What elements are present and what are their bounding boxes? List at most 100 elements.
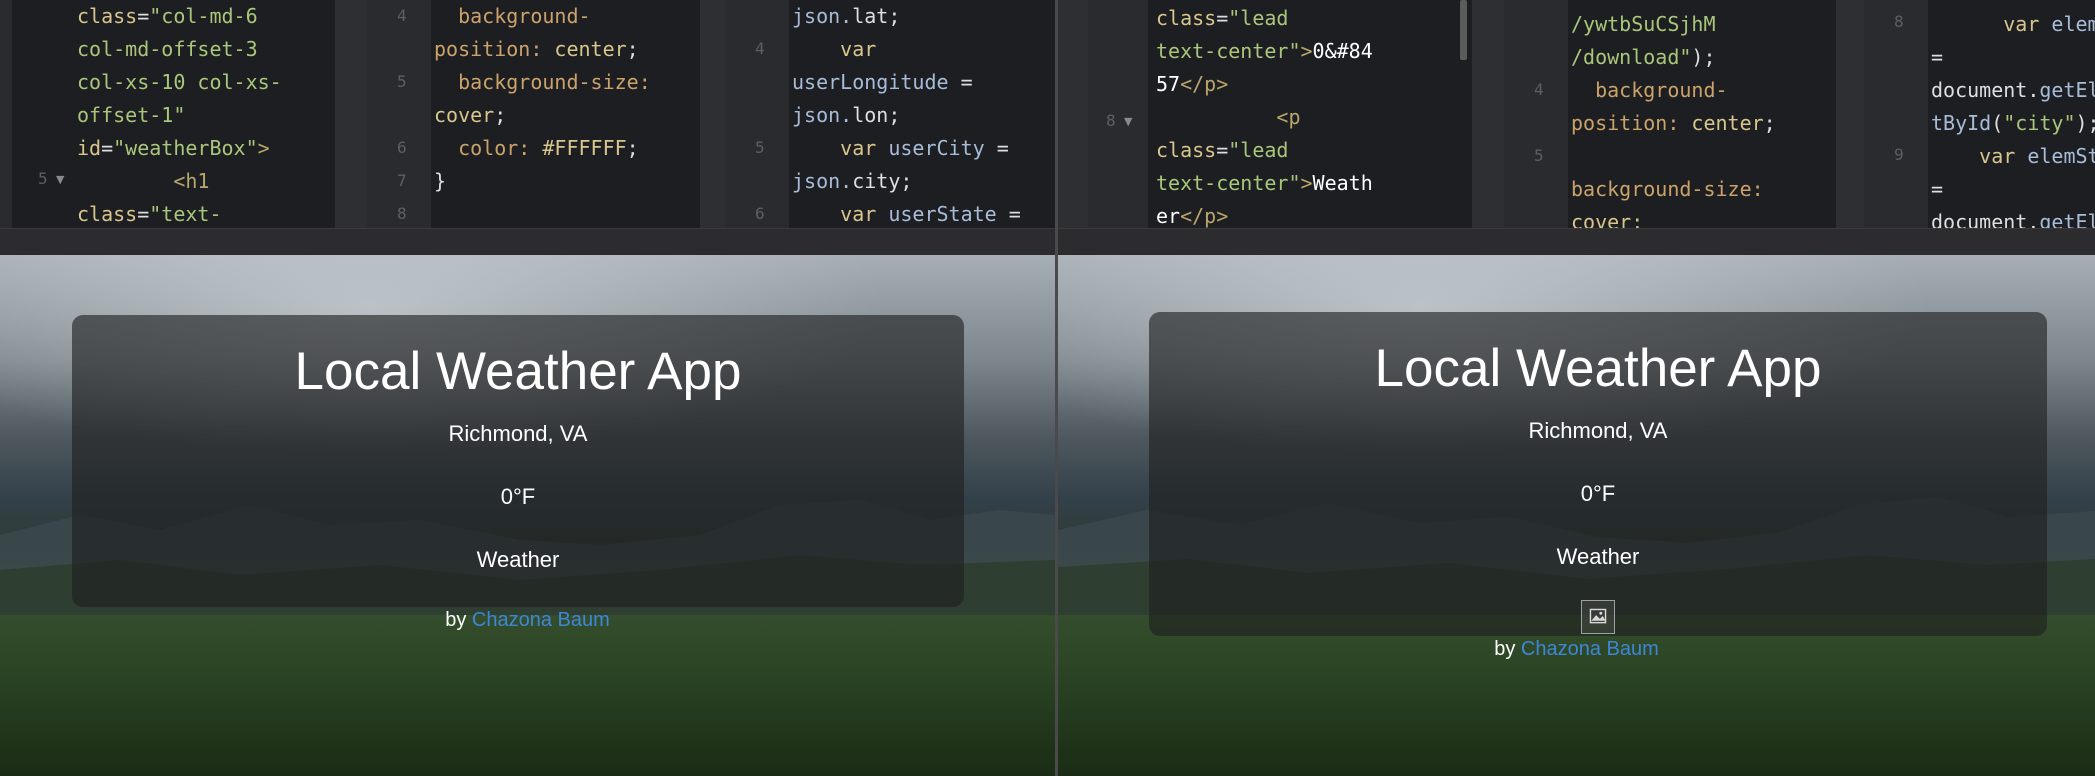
code-line[interactable]: position: center; xyxy=(434,33,696,66)
code-token: #FFFFFF xyxy=(542,136,627,160)
code-line[interactable]: class="lead xyxy=(1156,134,1458,167)
code-token: 0&#84 xyxy=(1312,39,1373,63)
code-line[interactable]: document.getEleme xyxy=(1931,206,2095,228)
pane-divider[interactable] xyxy=(700,0,725,228)
left-html-gutter xyxy=(0,0,12,228)
code-line[interactable]: = xyxy=(1931,41,2095,74)
code-line[interactable]: var xyxy=(792,33,1051,66)
code-line[interactable]: <p xyxy=(1156,101,1458,134)
code-line[interactable]: tById("city"); xyxy=(1931,107,2095,140)
code-token: lon xyxy=(852,103,889,127)
left-js-editor[interactable]: json.lat; var userLongitude = json.lon; va… xyxy=(725,0,1055,228)
code-token: } xyxy=(434,169,447,193)
right-html-code[interactable]: class="lead text-center">0&#84 57</p> <p cl… xyxy=(1156,2,1458,228)
code-token: json. xyxy=(792,103,853,127)
code-line[interactable]: class="text- xyxy=(77,198,329,228)
code-line[interactable]: id="weatherBox"> xyxy=(77,132,329,165)
code-token: userCity xyxy=(888,136,997,160)
right-js-editor[interactable]: var elemCity=document.getElemetById("cit… xyxy=(1864,0,2095,228)
code-line[interactable]: cover; xyxy=(434,99,696,132)
code-token: ); xyxy=(2075,111,2095,135)
author-link[interactable]: Chazona Baum xyxy=(472,609,610,631)
code-token: = xyxy=(1008,202,1021,226)
code-token: getEleme xyxy=(2039,210,2095,228)
code-token: <h1 xyxy=(77,169,210,193)
code-line[interactable]: json.city; xyxy=(792,165,1051,198)
code-line[interactable]: position: center; xyxy=(1571,107,1832,140)
code-line[interactable]: offset-1" xyxy=(77,99,329,132)
fold-toggle-icon[interactable]: ▼ xyxy=(1124,115,1132,128)
code-line[interactable]: var userCity = xyxy=(792,132,1051,165)
line-number: 8 xyxy=(1106,111,1116,130)
pane-divider[interactable] xyxy=(1836,0,1864,228)
left-editors: class="col-md-6 col-md-offset-3 col-xs-10 … xyxy=(0,0,1055,228)
code-line[interactable]: text-center">Weath xyxy=(1156,167,1458,200)
line-number: 4 xyxy=(1534,80,1544,99)
pane-divider[interactable] xyxy=(1472,0,1504,228)
code-line[interactable]: background-size: xyxy=(434,66,696,99)
location-text: Richmond, VA xyxy=(1528,418,1668,443)
author-link[interactable]: Chazona Baum xyxy=(1521,638,1659,660)
right-css-editor[interactable]: /ywtbSuCSjhM/download"); background-posi… xyxy=(1504,0,1836,228)
left-css-code[interactable]: background-position: center; background-… xyxy=(434,0,696,228)
temperature-text: 0°F xyxy=(1580,481,1616,506)
code-token: json. xyxy=(792,169,853,193)
code-line[interactable]: color: #FFFFFF; xyxy=(434,132,696,165)
code-token: id xyxy=(77,136,102,160)
code-line[interactable]: document.getEleme xyxy=(1931,74,2095,107)
code-line[interactable]: cover; xyxy=(1571,206,1832,228)
code-line[interactable]: /ywtbSuCSjhM xyxy=(1571,8,1832,41)
code-line[interactable]: class="col-md-6 xyxy=(77,0,329,33)
pane-divider[interactable] xyxy=(335,0,367,228)
line-number: 7 xyxy=(397,171,407,190)
code-line[interactable]: var userState = xyxy=(792,198,1051,228)
resize-handle-bar[interactable] xyxy=(1058,228,2095,254)
right-css-gutter xyxy=(1504,0,1568,228)
right-js-code[interactable]: var elemCity=document.getElemetById("cit… xyxy=(1931,8,2095,228)
left-html-code[interactable]: class="col-md-6 col-md-offset-3 col-xs-10 … xyxy=(77,0,329,228)
code-line[interactable]: json.lon; xyxy=(792,99,1051,132)
scrollbar-thumb[interactable] xyxy=(1460,0,1467,60)
code-token: city xyxy=(852,169,901,193)
code-line[interactable]: background-size: xyxy=(1571,173,1832,206)
code-token: userLongitude xyxy=(792,70,961,94)
code-token: = xyxy=(1216,6,1229,30)
resize-handle-bar[interactable] xyxy=(0,228,1055,254)
code-line[interactable]: = xyxy=(1931,173,2095,206)
code-token: var xyxy=(792,202,889,226)
code-line[interactable]: } xyxy=(434,165,696,198)
pane-divider[interactable] xyxy=(1058,0,1088,228)
code-token: class xyxy=(1156,6,1217,30)
code-line[interactable]: 57</p> xyxy=(1156,68,1458,101)
code-token: ; xyxy=(626,37,639,61)
code-line[interactable]: json.lat; xyxy=(792,0,1051,33)
code-line[interactable]: col-md-offset-3 xyxy=(77,33,329,66)
fold-toggle-icon[interactable]: ▼ xyxy=(56,173,64,186)
code-line[interactable] xyxy=(1571,140,1832,173)
code-line[interactable]: var elemCity xyxy=(1931,8,2095,41)
code-token: 57 xyxy=(1156,72,1181,96)
code-token: cover xyxy=(434,103,495,127)
code-line[interactable]: text-center">0&#84 xyxy=(1156,35,1458,68)
code-line[interactable] xyxy=(434,198,696,228)
left-html-editor[interactable]: class="col-md-6 col-md-offset-3 col-xs-10 … xyxy=(0,0,335,228)
code-line[interactable]: class="lead xyxy=(1156,2,1458,35)
code-token: = xyxy=(1216,138,1229,162)
left-js-code[interactable]: json.lat; var userLongitude = json.lon; va… xyxy=(792,0,1051,228)
left-workspace: class="col-md-6 col-md-offset-3 col-xs-10 … xyxy=(0,0,1055,776)
code-line[interactable]: col-xs-10 col-xs- xyxy=(77,66,329,99)
code-token: <p xyxy=(1156,105,1301,129)
code-line[interactable]: er</p> xyxy=(1156,200,1458,228)
right-html-editor[interactable]: class="lead text-center">0&#84 57</p> <p cl… xyxy=(1088,0,1472,228)
code-line[interactable]: var elemState xyxy=(1931,140,2095,173)
code-line[interactable]: background- xyxy=(1571,74,1832,107)
weather-box: Local Weather App Richmond, VA 0°F Weath… xyxy=(72,315,964,607)
code-line[interactable]: /download"); xyxy=(1571,41,1832,74)
code-line[interactable]: userLongitude = xyxy=(792,66,1051,99)
right-css-code[interactable]: /ywtbSuCSjhM/download"); background-posi… xyxy=(1571,8,1832,228)
code-token: = xyxy=(996,136,1009,160)
left-css-editor[interactable]: background-position: center; background-… xyxy=(367,0,700,228)
code-line[interactable]: background- xyxy=(434,0,696,33)
code-line[interactable]: <h1 xyxy=(77,165,329,198)
code-token: ; xyxy=(626,136,639,160)
